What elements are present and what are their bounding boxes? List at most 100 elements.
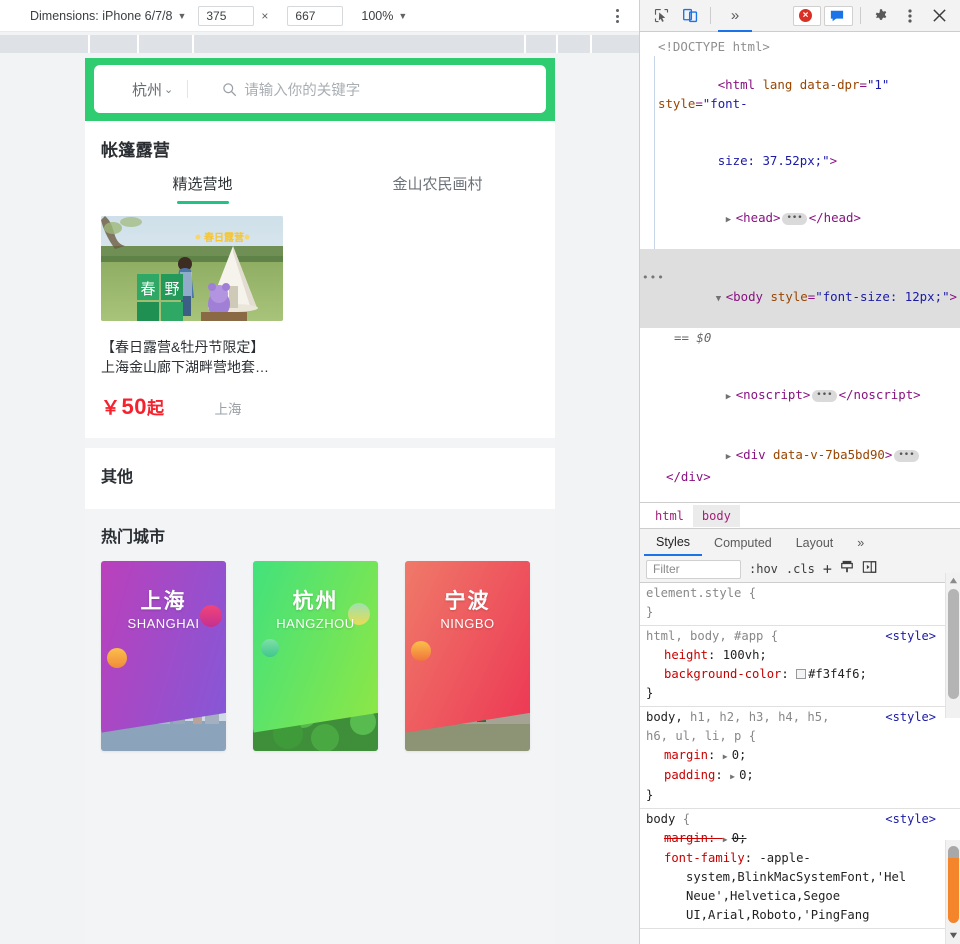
zoom-level[interactable]: 100% ▼ — [361, 9, 407, 23]
rule-element-style[interactable]: element.style { } — [640, 583, 960, 626]
cls-button[interactable]: .cls — [786, 562, 815, 576]
expand-triangle-icon[interactable]: ▶ — [730, 767, 739, 786]
rule-body[interactable]: body { <style> margin: ▶ 0; font-family: … — [640, 809, 960, 929]
rule-origin[interactable]: <style> — [885, 627, 936, 646]
viewport-width-input[interactable]: 375 — [198, 5, 255, 26]
city-card-row: 上海 SHANGHAI 杭州 HANGZHOU 宁波 NINGBO — [101, 561, 539, 751]
scrollbar-thumb-cap[interactable] — [948, 846, 959, 858]
ruler-tick — [556, 35, 558, 53]
print-preview-icon[interactable] — [840, 560, 854, 579]
search-input[interactable]: 请输入你的关键字 — [188, 79, 534, 100]
product-card[interactable]: 春 野 春日露营 【春日露营&牡丹节限定】 上海金山廊下湖畔营地套… ￥50起 … — [85, 204, 555, 438]
declaration-value[interactable]: -apple- — [759, 851, 810, 865]
rule-close-brace: } — [646, 605, 654, 619]
declaration-value[interactable]: 0; — [739, 768, 754, 782]
rule-selector[interactable]: element.style { — [640, 584, 960, 603]
more-options-icon[interactable] — [897, 4, 923, 28]
viewport-height-input[interactable]: 667 — [287, 5, 344, 26]
breadcrumb: html body — [640, 502, 960, 528]
emulated-viewport[interactable]: 杭州 ⌄ 请输入你的关键字 帐篷露营 精选营地 金山农民画村 春 野 春日露营 … — [85, 58, 555, 944]
decorative-bubble — [411, 641, 431, 661]
product-title-line1: 【春日露营&牡丹节限定】 — [101, 339, 265, 355]
declaration-overridden[interactable]: margin: ▶ 0; — [640, 829, 960, 849]
toggle-device-toolbar-icon[interactable] — [677, 4, 703, 28]
rule-selector[interactable]: html, body, #app { <style> — [640, 627, 960, 646]
dom-line-noscript[interactable]: ▶ <noscript> ••• </noscript> — [640, 366, 960, 426]
rule-html-body-app[interactable]: html, body, #app { <style> height: 100vh… — [640, 626, 960, 707]
city-card-shanghai[interactable]: 上海 SHANGHAI — [101, 561, 226, 751]
message-count-badge[interactable] — [824, 5, 853, 26]
declaration[interactable]: margin: ▶ 0; — [640, 746, 960, 766]
devtools-toolbar: » × — [640, 0, 960, 32]
rule-origin[interactable]: <style> — [885, 708, 936, 727]
declaration-value[interactable]: 100vh; — [723, 648, 767, 662]
styles-rules-pane[interactable]: element.style { } html, body, #app { <st… — [640, 583, 960, 944]
ruler-tick — [524, 35, 526, 53]
declaration-value[interactable]: #f3f4f6; — [808, 667, 867, 681]
styles-scrollbar-upper[interactable] — [945, 573, 960, 718]
city-selector[interactable]: 杭州 ⌄ — [106, 79, 187, 100]
devtools-panel: » × <!DOCTYPE html> <html lang data-dpr=… — [640, 0, 960, 944]
declaration[interactable]: padding: ▶ 0; — [640, 766, 960, 786]
rule-selector-line2: h6, ul, li, p { — [646, 729, 757, 743]
filter-input[interactable]: Filter — [646, 559, 741, 579]
rules-scrollbar[interactable] — [945, 840, 960, 944]
tab-layout[interactable]: Layout — [784, 529, 846, 556]
dom-tree[interactable]: <!DOCTYPE html> <html lang data-dpr="1" … — [640, 32, 960, 502]
ruler-bar — [0, 35, 639, 53]
new-style-rule-button[interactable]: + — [823, 560, 832, 578]
close-icon[interactable] — [926, 4, 952, 28]
declaration[interactable]: background-color: #f3f4f6; — [640, 665, 960, 684]
campsite-photo: 春 野 春日露营 — [101, 216, 283, 321]
declaration[interactable]: font-family: -apple- — [640, 849, 960, 868]
rule-selector[interactable]: body, h1, h2, h3, h4, h5, <style> — [640, 708, 960, 727]
dom-line-html-open[interactable]: <html lang data-dpr="1" style="font- — [640, 56, 960, 132]
devtools-window: Dimensions: iPhone 6/7/8 ▼ 375 × 667 100… — [0, 0, 960, 944]
selector-text: element.style — [646, 586, 742, 600]
message-icon — [830, 10, 844, 21]
dimensions-label[interactable]: Dimensions: iPhone 6/7/8 — [30, 9, 172, 23]
scrollbar-thumb[interactable] — [948, 850, 959, 923]
expand-triangle-icon[interactable]: ▶ — [723, 830, 732, 849]
error-count-badge[interactable]: × — [793, 5, 821, 26]
dom-line-head[interactable]: ▶ <head> ••• </head> — [640, 189, 960, 249]
tab-jinshan-village[interactable]: 金山农民画村 — [320, 173, 555, 204]
tab-styles[interactable]: Styles — [644, 529, 703, 556]
color-swatch[interactable] — [796, 669, 807, 679]
tab-more[interactable]: » — [845, 529, 876, 556]
selector-text: html, body, #app — [646, 629, 764, 643]
toolbar-divider — [710, 7, 711, 24]
selector-unmatched: h1, h2, h3, h4, h5, — [682, 710, 830, 724]
more-panels-tab[interactable]: » — [718, 1, 752, 32]
breadcrumb-item-html[interactable]: html — [646, 505, 693, 527]
scroll-down-arrow-icon[interactable] — [949, 931, 958, 940]
product-title-line2: 上海金山廊下湖畔营地套… — [101, 359, 269, 375]
scroll-up-arrow-icon[interactable] — [949, 576, 958, 585]
toggle-sidebar-icon[interactable] — [862, 560, 877, 579]
search-box[interactable]: 杭州 ⌄ 请输入你的关键字 — [94, 65, 546, 113]
hot-cities-title: 热门城市 — [101, 529, 166, 546]
rule-selector[interactable]: body { <style> — [640, 810, 960, 829]
hov-button[interactable]: :hov — [749, 562, 778, 576]
breadcrumb-item-body[interactable]: body — [692, 504, 740, 527]
declaration-value[interactable]: 0; — [732, 748, 747, 762]
tab-featured-campsites[interactable]: 精选营地 — [85, 173, 320, 204]
rule-origin[interactable]: <style> — [885, 810, 936, 829]
declaration[interactable]: height: 100vh; — [640, 646, 960, 665]
declaration-value[interactable]: 0; — [732, 831, 747, 845]
dom-line-div-app[interactable]: ▶ <div data-v-7ba5bd90> •••</div> — [640, 426, 960, 502]
rule-reset[interactable]: body, h1, h2, h3, h4, h5, <style> h6, ul… — [640, 707, 960, 809]
declaration-value-cont-2: Neue',Helvetica,Segoe — [686, 889, 841, 903]
dom-line-body-selected[interactable]: ••• ▼ <body style="font-size: 12px;"> — [640, 249, 960, 328]
city-card-hangzhou[interactable]: 杭州 HANGZHOU — [253, 561, 378, 751]
expand-triangle-icon[interactable]: ▶ — [723, 747, 732, 766]
device-options-kebab-icon[interactable] — [609, 7, 625, 25]
gear-icon[interactable] — [868, 4, 894, 28]
city-card-ningbo[interactable]: 宁波 NINGBO — [405, 561, 530, 751]
toolbar-divider — [860, 7, 861, 24]
dimensions-caret-icon[interactable]: ▼ — [177, 11, 186, 21]
scrollbar-thumb[interactable] — [948, 589, 959, 699]
inspect-element-icon[interactable] — [648, 4, 674, 28]
tab-computed[interactable]: Computed — [702, 529, 784, 556]
